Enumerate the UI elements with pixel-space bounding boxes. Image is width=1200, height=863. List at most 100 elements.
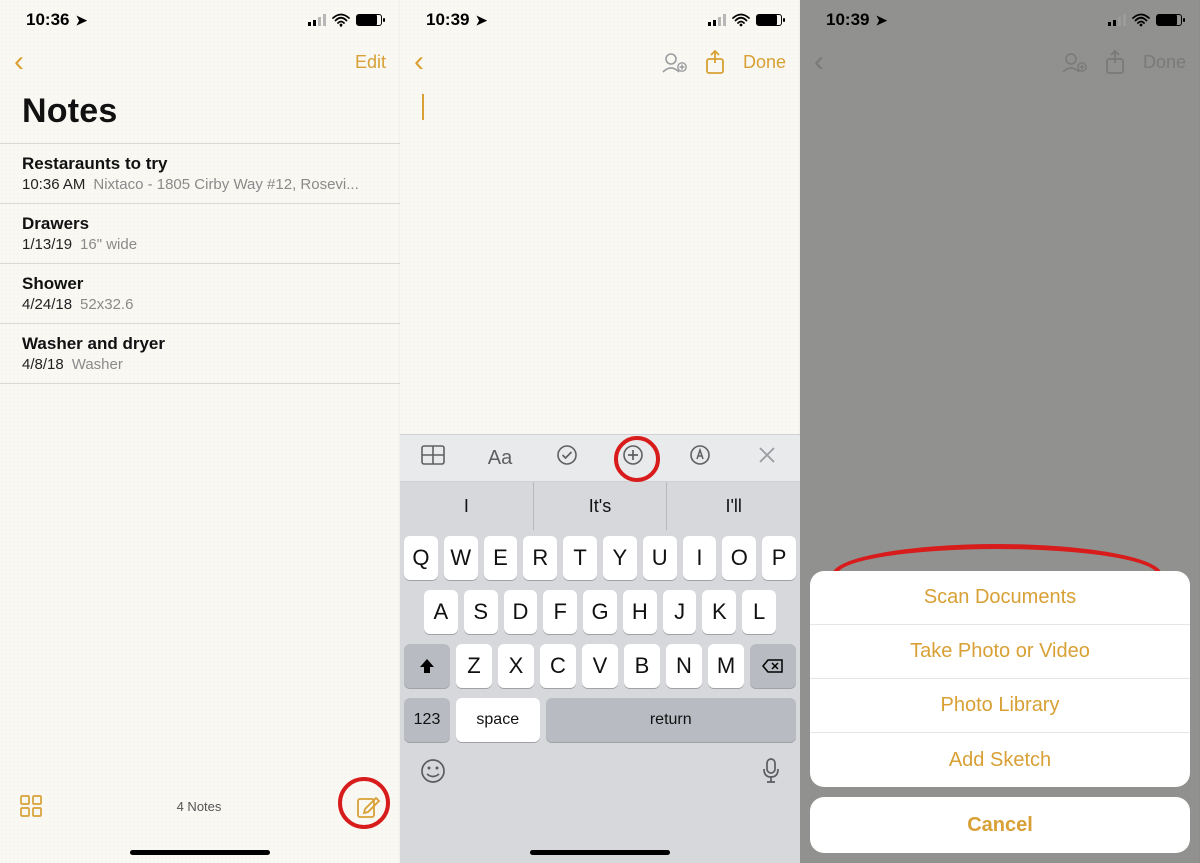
note-body (800, 84, 1200, 464)
note-snippet: 52x32.6 (80, 296, 133, 313)
cellular-icon (1108, 14, 1126, 26)
note-row[interactable]: Drawers 1/13/19 16" wide (0, 204, 400, 264)
status-time: 10:39 (426, 10, 469, 30)
key-space[interactable]: space (456, 698, 540, 742)
screen-note-editor: 10:39 ➤ ‹ Done Aa (400, 0, 800, 863)
key-z[interactable]: Z (456, 644, 492, 688)
checklist-button[interactable] (547, 444, 587, 472)
key-123[interactable]: 123 (404, 698, 450, 742)
markup-button[interactable] (680, 444, 720, 472)
note-when: 4/8/18 (22, 356, 64, 373)
done-button: Done (1143, 52, 1186, 73)
key-r[interactable]: R (523, 536, 557, 580)
key-d[interactable]: D (504, 590, 538, 634)
collaborate-icon (1061, 51, 1087, 73)
back-button[interactable]: ‹ (414, 47, 424, 77)
suggestion[interactable]: I (400, 482, 534, 530)
key-l[interactable]: L (742, 590, 776, 634)
battery-icon (756, 14, 782, 26)
take-photo-video-button[interactable]: Take Photo or Video (810, 625, 1190, 679)
action-sheet-group: Scan Documents Take Photo or Video Photo… (810, 571, 1190, 787)
status-bar: 10:39 ➤ (400, 0, 800, 40)
key-y[interactable]: Y (603, 536, 637, 580)
add-attachment-button[interactable] (613, 444, 653, 472)
key-b[interactable]: B (624, 644, 660, 688)
key-shift[interactable] (404, 644, 450, 688)
key-e[interactable]: E (484, 536, 518, 580)
home-indicator[interactable] (130, 850, 270, 855)
note-when: 1/13/19 (22, 236, 72, 253)
note-snippet: Nixtaco - 1805 Cirby Way #12, Rosevi... (93, 176, 358, 193)
key-t[interactable]: T (563, 536, 597, 580)
note-row[interactable]: Restaraunts to try 10:36 AM Nixtaco - 180… (0, 143, 400, 204)
format-toolbar: Aa (400, 434, 800, 482)
key-c[interactable]: C (540, 644, 576, 688)
wifi-icon (1132, 14, 1150, 27)
key-n[interactable]: N (666, 644, 702, 688)
status-bar: 10:36 ➤ (0, 0, 400, 40)
key-w[interactable]: W (444, 536, 478, 580)
share-button[interactable] (705, 50, 725, 74)
dictation-button[interactable] (762, 758, 780, 791)
key-h[interactable]: H (623, 590, 657, 634)
status-bar: 10:39 ➤ (800, 0, 1200, 40)
key-q[interactable]: Q (404, 536, 438, 580)
emoji-button[interactable] (420, 758, 446, 791)
note-title: Restaraunts to try (22, 154, 378, 174)
notes-list[interactable]: Restaraunts to try 10:36 AM Nixtaco - 180… (0, 143, 400, 384)
battery-icon (1156, 14, 1182, 26)
key-backspace[interactable] (750, 644, 796, 688)
suggestion[interactable]: It's (534, 482, 668, 530)
nav-bar: ‹ Done (400, 40, 800, 84)
status-time: 10:36 (26, 10, 69, 30)
suggestion[interactable]: I'll (667, 482, 800, 530)
note-body[interactable] (400, 84, 800, 464)
location-icon: ➤ (475, 12, 487, 29)
gallery-view-button[interactable] (20, 795, 42, 822)
add-sketch-button[interactable]: Add Sketch (810, 733, 1190, 787)
key-m[interactable]: M (708, 644, 744, 688)
wifi-icon (732, 14, 750, 27)
back-button[interactable]: ‹ (14, 47, 24, 77)
cellular-icon (308, 14, 326, 26)
battery-icon (356, 14, 382, 26)
home-indicator[interactable] (530, 850, 670, 855)
cancel-button[interactable]: Cancel (810, 797, 1190, 853)
key-v[interactable]: V (582, 644, 618, 688)
close-format-bar-button[interactable] (747, 446, 787, 470)
location-icon: ➤ (875, 12, 887, 29)
key-x[interactable]: X (498, 644, 534, 688)
keyboard[interactable]: Q W E R T Y U I O P A S D F G H J K L Z (400, 530, 800, 863)
key-return[interactable]: return (546, 698, 797, 742)
edit-button[interactable]: Edit (355, 52, 386, 73)
key-a[interactable]: A (424, 590, 458, 634)
key-o[interactable]: O (722, 536, 756, 580)
note-when: 4/24/18 (22, 296, 72, 313)
note-snippet: 16" wide (80, 236, 137, 253)
key-p[interactable]: P (762, 536, 796, 580)
key-j[interactable]: J (663, 590, 697, 634)
photo-library-button[interactable]: Photo Library (810, 679, 1190, 733)
table-button[interactable] (413, 445, 453, 471)
key-g[interactable]: G (583, 590, 617, 634)
wifi-icon (332, 14, 350, 27)
key-i[interactable]: I (683, 536, 717, 580)
page-title: Notes (0, 84, 400, 143)
scan-documents-button[interactable]: Scan Documents (810, 571, 1190, 625)
key-s[interactable]: S (464, 590, 498, 634)
key-k[interactable]: K (702, 590, 736, 634)
key-f[interactable]: F (543, 590, 577, 634)
note-when: 10:36 AM (22, 176, 85, 193)
status-time: 10:39 (826, 10, 869, 30)
note-row[interactable]: Shower 4/24/1852x32.6 (0, 264, 400, 324)
collaborate-icon[interactable] (661, 51, 687, 73)
nav-bar: ‹ Edit (0, 40, 400, 84)
compose-button[interactable] (356, 795, 380, 824)
note-row[interactable]: Washer and dryer 4/8/18Washer (0, 324, 400, 384)
text-format-button[interactable]: Aa (480, 447, 520, 470)
note-title: Drawers (22, 214, 378, 234)
key-u[interactable]: U (643, 536, 677, 580)
note-title: Washer and dryer (22, 334, 378, 354)
share-button (1105, 50, 1125, 74)
done-button[interactable]: Done (743, 52, 786, 73)
